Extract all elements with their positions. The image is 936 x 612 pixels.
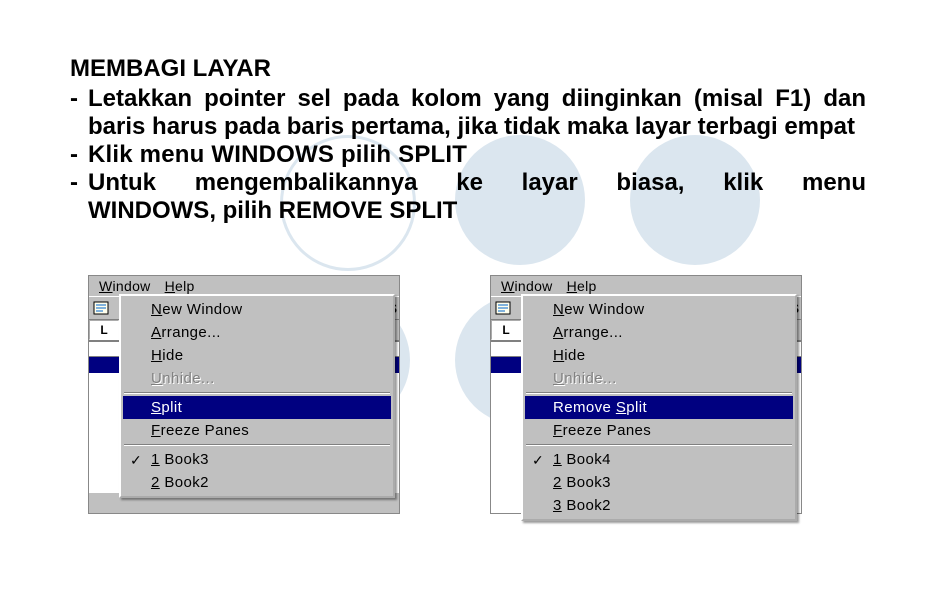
menu-unhide: Unhide... xyxy=(525,367,793,390)
menu-hide[interactable]: Hide xyxy=(525,344,793,367)
menu-book-1[interactable]: ✓1 Book3 xyxy=(123,448,391,471)
bullet-2: - Klik menu WINDOWS pilih SPLIT xyxy=(70,141,866,169)
menu-separator xyxy=(124,444,390,446)
menubar: Window Help xyxy=(491,276,801,296)
check-icon: ✓ xyxy=(532,452,544,469)
menu-book-2[interactable]: 2 Book3 xyxy=(525,471,793,494)
menu-hide[interactable]: Hide xyxy=(123,344,391,367)
menu-separator xyxy=(526,392,792,394)
window-menu-dropdown: New Window Arrange... Hide Unhide... Spl… xyxy=(119,294,395,498)
menu-help[interactable]: Help xyxy=(159,277,201,295)
screenshot-left: Window Help S L New Window Arrange... Hi… xyxy=(88,275,400,514)
menu-book-1[interactable]: ✓1 Book4 xyxy=(525,448,793,471)
menu-help[interactable]: Help xyxy=(561,277,603,295)
name-box[interactable]: L xyxy=(89,320,119,340)
menu-book-2[interactable]: 2 Book2 xyxy=(123,471,391,494)
menu-freeze-panes[interactable]: Freeze Panes xyxy=(525,419,793,442)
menu-window[interactable]: Window xyxy=(93,277,157,295)
toolbar-icon[interactable] xyxy=(91,299,111,317)
menu-separator xyxy=(526,444,792,446)
name-box[interactable]: L xyxy=(491,320,521,340)
screenshot-right: Window Help S L New Window Arrange... Hi… xyxy=(490,275,802,514)
menu-unhide: Unhide... xyxy=(123,367,391,390)
menu-separator xyxy=(124,392,390,394)
menu-book-3[interactable]: 3 Book2 xyxy=(525,494,793,517)
check-icon: ✓ xyxy=(130,452,142,469)
page-title: MEMBAGI LAYAR xyxy=(70,55,866,83)
menu-arrange[interactable]: Arrange... xyxy=(525,321,793,344)
menu-freeze-panes[interactable]: Freeze Panes xyxy=(123,419,391,442)
toolbar-icon[interactable] xyxy=(493,299,513,317)
menu-window[interactable]: Window xyxy=(495,277,559,295)
menubar: Window Help xyxy=(89,276,399,296)
menu-new-window[interactable]: New Window xyxy=(525,298,793,321)
text-content: MEMBAGI LAYAR - Letakkan pointer sel pad… xyxy=(0,0,936,225)
window-menu-dropdown: New Window Arrange... Hide Unhide... Rem… xyxy=(521,294,797,521)
menu-split[interactable]: Split xyxy=(123,396,391,419)
bullet-3: - Untuk mengembalikannya ke layar biasa,… xyxy=(70,169,866,225)
menu-remove-split[interactable]: Remove Split xyxy=(525,396,793,419)
menu-new-window[interactable]: New Window xyxy=(123,298,391,321)
menu-arrange[interactable]: Arrange... xyxy=(123,321,391,344)
bullet-1: - Letakkan pointer sel pada kolom yang d… xyxy=(70,85,866,141)
